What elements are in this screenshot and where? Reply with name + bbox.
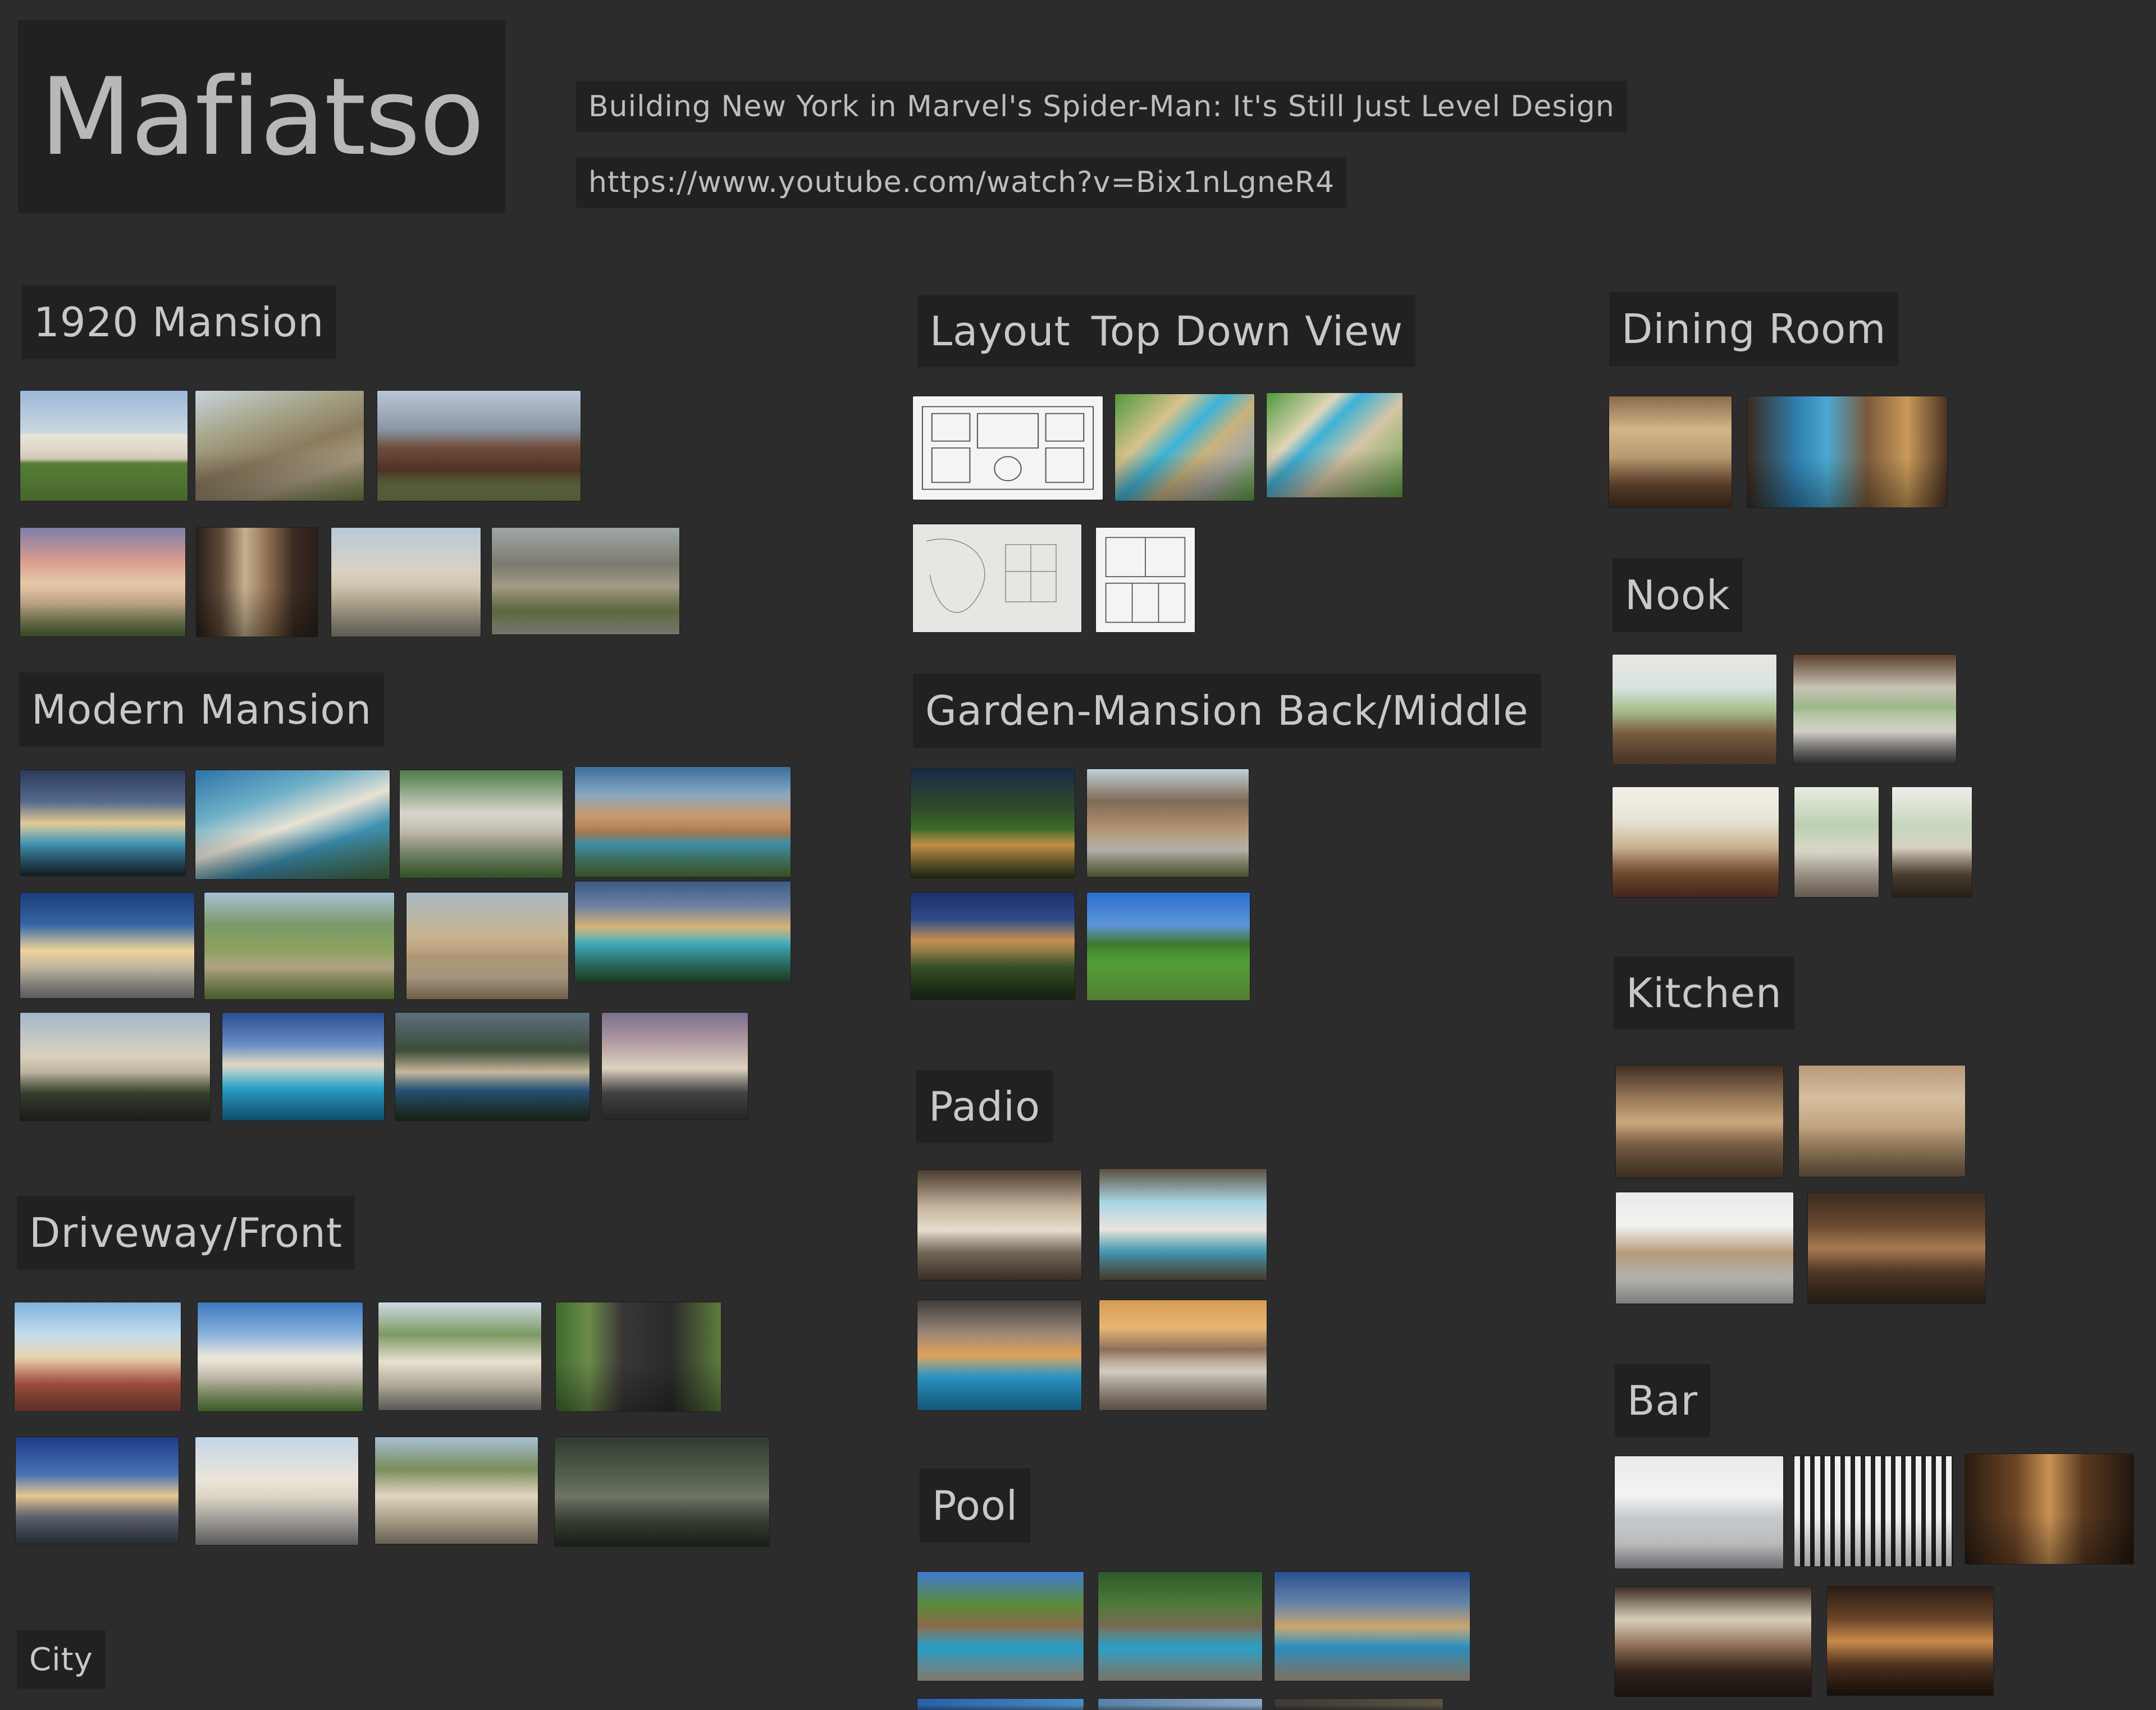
label-garden-mansion-back-middle[interactable]: Garden-Mansion Back/Middle bbox=[913, 674, 1541, 748]
mansion-1920-photo[interactable] bbox=[20, 391, 188, 501]
pool-photo[interactable] bbox=[917, 1572, 1084, 1681]
label-dining-room[interactable]: Dining Room bbox=[1609, 292, 1899, 366]
nook-photo[interactable] bbox=[1793, 655, 1956, 765]
layout-floorplan[interactable] bbox=[913, 396, 1103, 500]
nook-photo[interactable] bbox=[1613, 655, 1776, 765]
driveway-front-photo[interactable] bbox=[555, 1437, 769, 1546]
kitchen-photo[interactable] bbox=[1616, 1192, 1793, 1304]
bar-photo[interactable] bbox=[1965, 1454, 2134, 1564]
pool-photo[interactable] bbox=[1098, 1699, 1262, 1710]
nook-photo[interactable] bbox=[1892, 787, 1972, 897]
modern-mansion-photo[interactable] bbox=[20, 1013, 210, 1121]
pool-photo[interactable] bbox=[1098, 1572, 1262, 1681]
modern-mansion-photo[interactable] bbox=[20, 770, 185, 876]
label-pool[interactable]: Pool bbox=[920, 1469, 1030, 1543]
mansion-1920-photo[interactable] bbox=[195, 391, 364, 501]
label-padio[interactable]: Padio bbox=[916, 1070, 1053, 1143]
padio-photo[interactable] bbox=[917, 1170, 1081, 1280]
label-driveway-front[interactable]: Driveway/Front bbox=[17, 1196, 355, 1270]
label-modern-mansion[interactable]: Modern Mansion bbox=[19, 673, 385, 747]
pool-photo[interactable] bbox=[1275, 1572, 1470, 1681]
driveway-front-photo[interactable] bbox=[556, 1302, 721, 1411]
driveway-front-photo[interactable] bbox=[378, 1302, 541, 1410]
bar-photo[interactable] bbox=[1615, 1456, 1783, 1569]
driveway-front-photo[interactable] bbox=[198, 1302, 363, 1411]
modern-mansion-photo[interactable] bbox=[575, 881, 791, 982]
modern-mansion-photo[interactable] bbox=[395, 1013, 590, 1121]
padio-photo[interactable] bbox=[1099, 1169, 1267, 1280]
label-layout[interactable]: Layout bbox=[917, 295, 1083, 367]
board-title[interactable]: Mafiatso bbox=[18, 20, 505, 213]
driveway-front-photo[interactable] bbox=[195, 1437, 358, 1545]
label-city[interactable]: City bbox=[17, 1630, 106, 1689]
nook-photo[interactable] bbox=[1794, 787, 1879, 897]
padio-photo[interactable] bbox=[1099, 1300, 1267, 1410]
bar-photo[interactable] bbox=[1615, 1586, 1811, 1697]
moodboard-canvas[interactable]: Mafiatso Building New York in Marvel's S… bbox=[0, 0, 2156, 1710]
note-video-url[interactable]: https://www.youtube.com/watch?v=Bix1nLgn… bbox=[576, 157, 1347, 208]
kitchen-photo[interactable] bbox=[1799, 1066, 1965, 1177]
mansion-1920-photo[interactable] bbox=[492, 528, 679, 634]
garden-photo[interactable] bbox=[1087, 893, 1250, 1000]
dining-room-photo[interactable] bbox=[1609, 396, 1732, 507]
modern-mansion-photo[interactable] bbox=[400, 770, 563, 878]
label-top-down-view[interactable]: Top Down View bbox=[1079, 295, 1416, 367]
mansion-1920-photo[interactable] bbox=[20, 528, 185, 637]
label-kitchen[interactable]: Kitchen bbox=[1614, 957, 1794, 1030]
label-bar[interactable]: Bar bbox=[1615, 1364, 1711, 1437]
nook-photo[interactable] bbox=[1613, 787, 1779, 897]
mansion-1920-photo[interactable] bbox=[377, 391, 581, 501]
driveway-front-photo[interactable] bbox=[16, 1437, 179, 1544]
modern-mansion-photo[interactable] bbox=[575, 767, 791, 877]
dining-room-photo[interactable] bbox=[1747, 396, 1947, 507]
mansion-1920-photo[interactable] bbox=[331, 528, 481, 637]
modern-mansion-photo[interactable] bbox=[406, 893, 568, 999]
garden-photo[interactable] bbox=[911, 769, 1075, 878]
bar-photo[interactable] bbox=[1827, 1586, 1993, 1695]
layout-floorplan[interactable] bbox=[1096, 528, 1195, 632]
modern-mansion-photo[interactable] bbox=[20, 893, 194, 998]
note-video-title[interactable]: Building New York in Marvel's Spider-Man… bbox=[576, 81, 1627, 132]
modern-mansion-photo[interactable] bbox=[195, 770, 390, 879]
mansion-1920-photo[interactable] bbox=[197, 528, 318, 637]
garden-photo[interactable] bbox=[1087, 769, 1249, 877]
kitchen-photo[interactable] bbox=[1808, 1192, 1985, 1304]
top-down-view-plan[interactable] bbox=[1267, 393, 1403, 497]
modern-mansion-photo[interactable] bbox=[204, 893, 394, 999]
pool-photo[interactable] bbox=[917, 1699, 1084, 1710]
padio-photo[interactable] bbox=[917, 1300, 1081, 1410]
modern-mansion-photo[interactable] bbox=[602, 1013, 748, 1119]
bar-photo[interactable] bbox=[1794, 1456, 1953, 1566]
kitchen-photo[interactable] bbox=[1616, 1066, 1783, 1178]
label-nook[interactable]: Nook bbox=[1613, 558, 1743, 632]
label-1920-mansion[interactable]: 1920 Mansion bbox=[21, 285, 337, 359]
driveway-front-photo[interactable] bbox=[15, 1302, 181, 1411]
driveway-front-photo[interactable] bbox=[375, 1437, 538, 1544]
layout-sketch[interactable] bbox=[913, 524, 1081, 632]
top-down-view-plan[interactable] bbox=[1115, 394, 1254, 501]
garden-photo[interactable] bbox=[911, 893, 1075, 999]
pool-photo[interactable] bbox=[1275, 1699, 1443, 1710]
modern-mansion-photo[interactable] bbox=[222, 1013, 384, 1121]
